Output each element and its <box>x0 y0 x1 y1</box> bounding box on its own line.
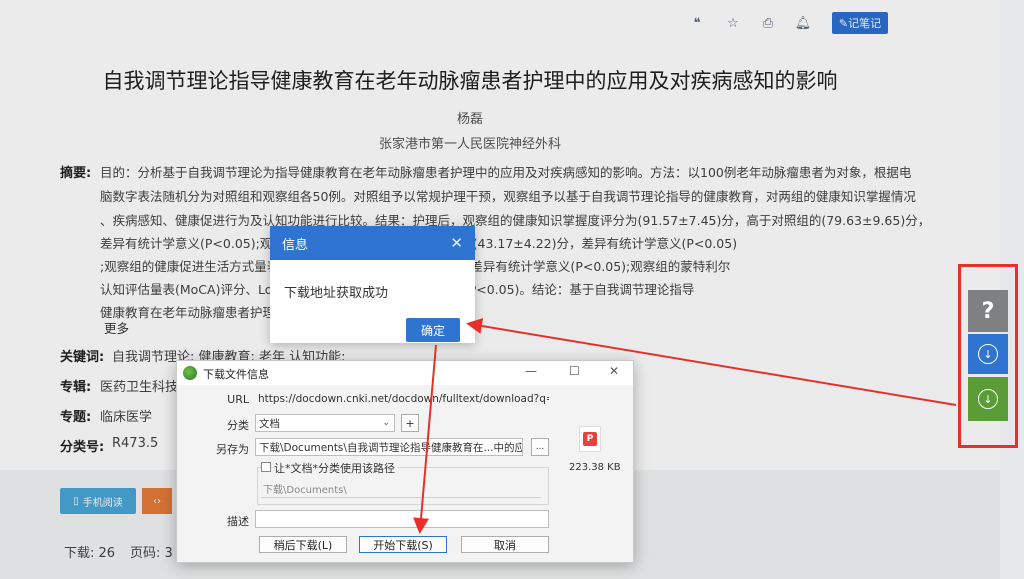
download-later-button[interactable]: 稍后下载(L) <box>259 536 347 553</box>
maximize-icon[interactable]: ☐ <box>569 364 580 378</box>
use-path-checkbox[interactable] <box>261 462 271 472</box>
save-as-label: 另存为 <box>216 443 249 456</box>
idm-app-icon <box>183 366 197 380</box>
info-dialog-header: 信息 ✕ <box>270 226 475 260</box>
info-dialog-message: 下载地址获取成功 <box>284 286 389 301</box>
close-icon[interactable]: ✕ <box>609 364 619 378</box>
save-as-path: 下载\Documents\自我调节理论指导健康教育在...中的应用 <box>259 441 523 454</box>
cancel-button[interactable]: 取消 <box>461 536 549 553</box>
chevron-down-icon: ⌄ <box>382 418 390 428</box>
download-file-window: 下载文件信息 — ☐ ✕ URL https://docdown.cnki.ne… <box>176 360 634 563</box>
url-label: URL <box>227 393 249 406</box>
url-field[interactable]: https://docdown.cnki.net/docdown/fulltex… <box>255 390 549 408</box>
minimize-icon[interactable]: — <box>525 364 537 378</box>
close-icon[interactable]: ✕ <box>450 234 463 252</box>
category-select[interactable]: 文档 ⌄ <box>255 414 395 432</box>
info-dialog: 信息 ✕ 下载地址获取成功 确定 <box>270 226 475 343</box>
confirm-button[interactable]: 确定 <box>406 318 460 342</box>
annotation-highlight-box <box>958 264 1018 448</box>
divider <box>261 497 541 498</box>
pdf-file-icon: P <box>579 426 601 452</box>
info-dialog-title: 信息 <box>282 237 309 253</box>
window-titlebar: 下载文件信息 — ☐ ✕ <box>177 361 633 385</box>
description-label: 描述 <box>227 515 249 528</box>
start-download-button[interactable]: 开始下载(S) <box>359 536 447 553</box>
category-value: 文档 <box>259 417 280 430</box>
file-size: 223.38 KB <box>569 462 621 473</box>
browse-button[interactable]: ... <box>531 438 549 456</box>
category-label: 分类 <box>227 419 249 432</box>
use-path-checkbox-label[interactable]: 让*文档*分类使用该路径 <box>274 460 398 476</box>
save-as-select[interactable]: 下载\Documents\自我调节理论指导健康教育在...中的应用 ⌄ <box>255 438 523 456</box>
description-field[interactable] <box>255 510 549 528</box>
category-path-field[interactable]: 下载\Documents\ <box>263 481 347 496</box>
window-title: 下载文件信息 <box>203 368 269 381</box>
add-category-button[interactable]: + <box>401 414 419 432</box>
